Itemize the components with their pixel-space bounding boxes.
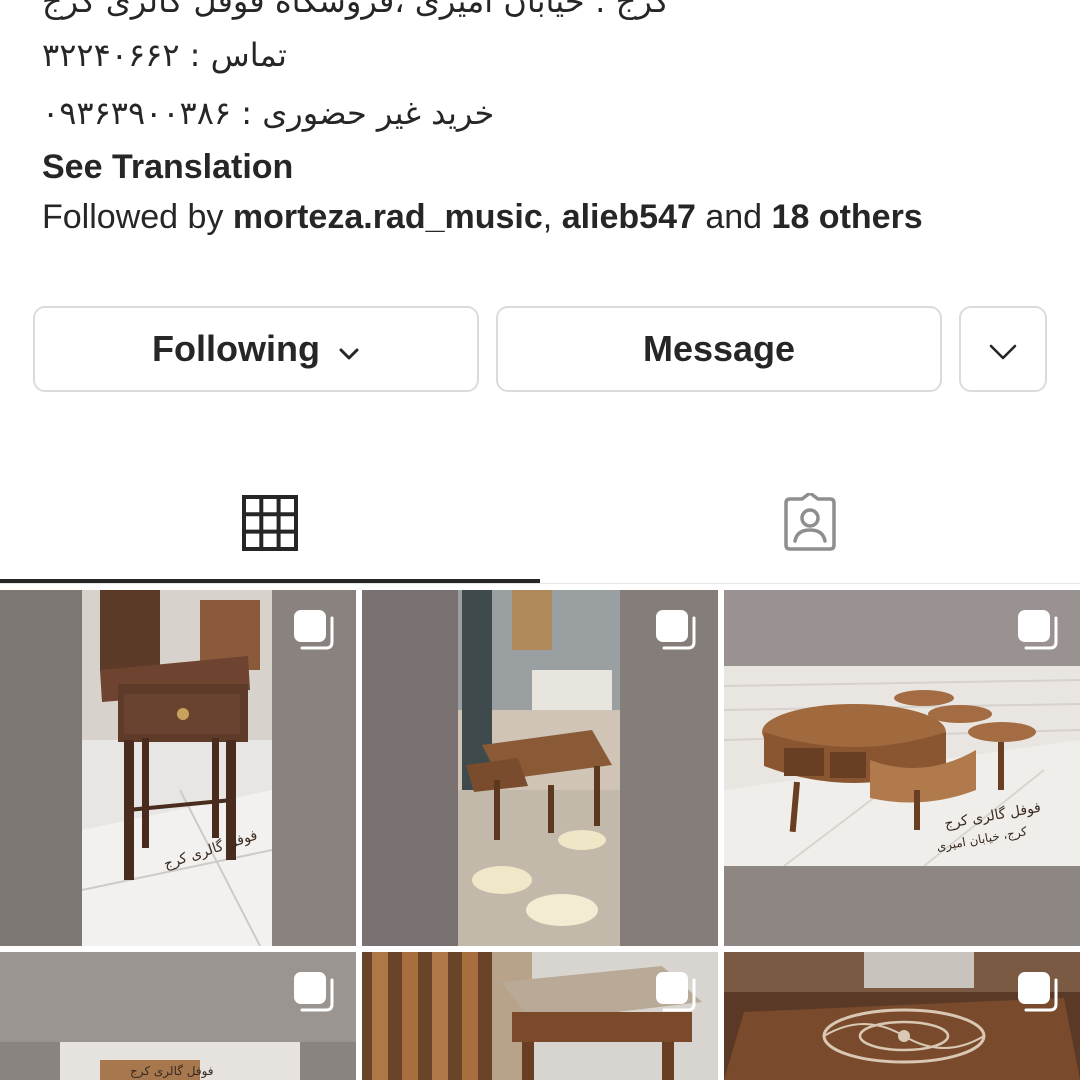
post-thumbnail[interactable]: فوفل گالری کرج bbox=[0, 590, 356, 946]
followed-by-text[interactable]: Followed by morteza.rad_music, alieb547 … bbox=[42, 198, 923, 237]
post-thumbnail[interactable] bbox=[362, 952, 718, 1080]
follower-user-1[interactable]: morteza.rad_music bbox=[233, 198, 543, 236]
followed-by-connector: and bbox=[705, 198, 763, 236]
followed-by-others[interactable]: 18 others bbox=[772, 198, 923, 236]
followed-by-prefix: Followed by bbox=[42, 198, 224, 236]
grid-icon bbox=[242, 494, 298, 556]
followed-by-separator: , bbox=[542, 198, 553, 236]
tab-tagged[interactable] bbox=[540, 470, 1080, 580]
carousel-icon bbox=[1016, 970, 1060, 1019]
message-button[interactable]: Message bbox=[496, 306, 942, 392]
post-thumbnail[interactable] bbox=[724, 952, 1080, 1080]
bio-contact-line: تماس : ۳۲۲۴۰۶۶۲ bbox=[42, 36, 287, 74]
carousel-icon bbox=[654, 970, 698, 1019]
post-thumbnail[interactable]: فوفل گالری کرج bbox=[0, 952, 356, 1080]
post-watermark: فوفل گالری کرج bbox=[130, 1064, 214, 1078]
chevron-down-icon bbox=[988, 328, 1018, 370]
carousel-icon bbox=[654, 608, 698, 657]
profile-bio: کرج : خیابان امیری ،فروشگاه فوفل گالری ک… bbox=[0, 0, 1080, 250]
tab-posts-grid[interactable] bbox=[0, 470, 540, 580]
message-button-label: Message bbox=[642, 328, 796, 369]
follower-user-2[interactable]: alieb547 bbox=[562, 198, 696, 236]
chevron-down-icon bbox=[338, 328, 360, 370]
following-button-label: Following bbox=[152, 328, 320, 369]
bio-address-line: کرج : خیابان امیری ،فروشگاه فوفل گالری ک… bbox=[42, 0, 670, 20]
tagged-person-icon bbox=[780, 490, 840, 558]
following-button[interactable]: Following bbox=[33, 306, 479, 392]
see-translation-link[interactable]: See Translation bbox=[42, 148, 293, 187]
bio-online-order-line: خرید غیر حضوری : ۰۹۳۶۳۹۰۰۳۸۶ bbox=[42, 94, 495, 132]
tab-divider bbox=[0, 583, 1080, 584]
profile-tabs bbox=[0, 470, 1080, 584]
post-thumbnail[interactable]: فوفل گالری کرج کرج، خیابان امیری bbox=[724, 590, 1080, 946]
carousel-icon bbox=[292, 608, 336, 657]
post-thumbnail[interactable]: ​ bbox=[362, 590, 718, 946]
carousel-icon bbox=[292, 970, 336, 1019]
carousel-icon bbox=[1016, 608, 1060, 657]
suggested-accounts-button[interactable] bbox=[959, 306, 1047, 392]
